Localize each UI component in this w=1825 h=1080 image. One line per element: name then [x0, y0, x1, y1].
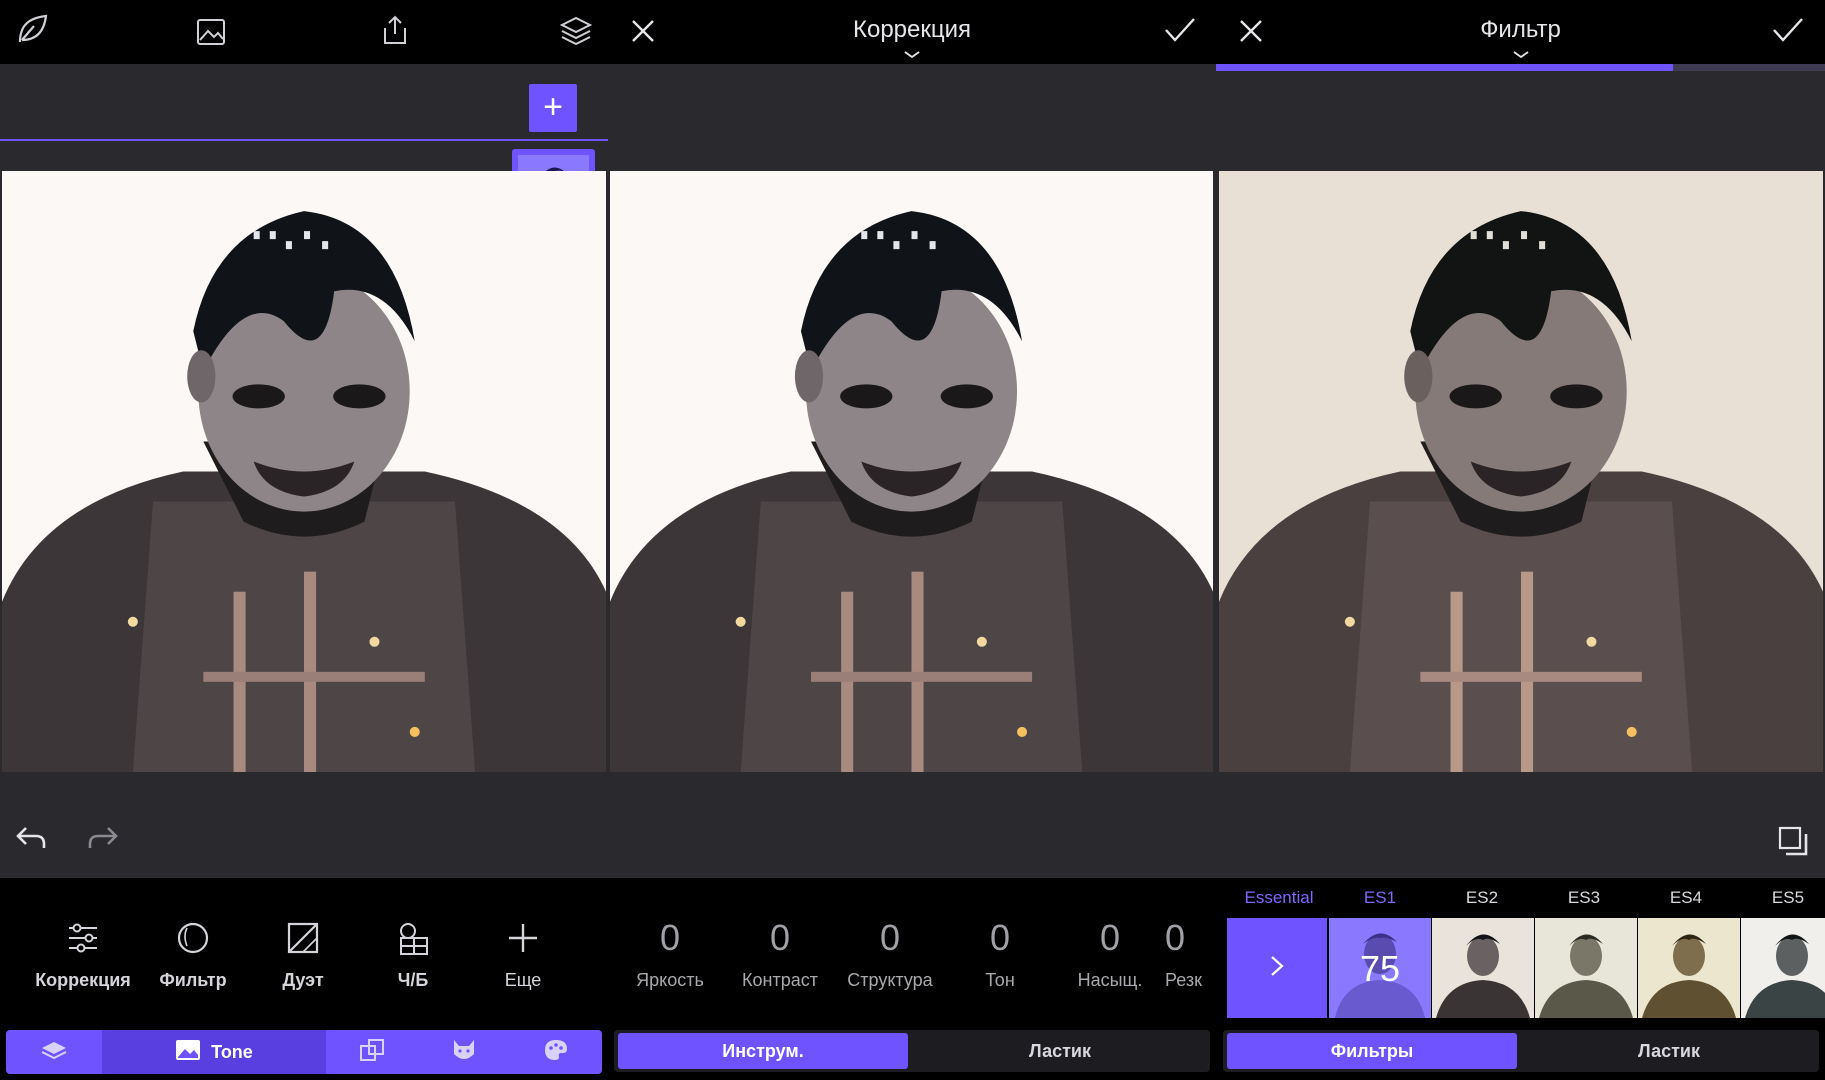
tool-label: Дуэт: [282, 970, 324, 990]
slider-label: Резк: [1165, 970, 1202, 990]
slider-contrast[interactable]: 0 Контраст: [725, 918, 835, 991]
slider-brightness[interactable]: 0 Яркость: [615, 918, 725, 991]
tab-colors[interactable]: [510, 1030, 602, 1074]
photo-canvas[interactable]: [2, 171, 606, 772]
undo-icon[interactable]: [14, 824, 48, 852]
slider-value: 0: [1099, 917, 1121, 958]
filter-intensity-track[interactable]: [1216, 64, 1825, 71]
slider-saturation[interactable]: 0 Насыщ.: [1055, 918, 1165, 991]
app-logo-icon[interactable]: [14, 12, 50, 48]
filter-thumb-es4[interactable]: [1638, 918, 1740, 1018]
layer-divider: [0, 139, 608, 141]
filter-name-es3: ES3: [1567, 888, 1601, 907]
slider-label: Яркость: [636, 970, 704, 990]
category-tabbar: Tone: [6, 1030, 602, 1074]
confirm-check-icon[interactable]: [1164, 16, 1196, 44]
slider-structure[interactable]: 0 Структура: [835, 918, 945, 991]
tool-label: Коррекция: [35, 970, 131, 990]
segment-filters[interactable]: Фильтры: [1227, 1033, 1517, 1069]
panel-title: Фильтр: [1480, 16, 1561, 43]
tool-label: Фильтр: [159, 970, 227, 990]
panel-title: Коррекция: [852, 16, 972, 43]
filter-group-expand-button[interactable]: [1227, 918, 1327, 1018]
tab-label: Tone: [211, 1041, 253, 1062]
chevron-down-icon[interactable]: [1512, 46, 1529, 64]
share-icon[interactable]: [380, 14, 410, 46]
tool-bw[interactable]: Ч/Б: [358, 918, 468, 991]
chevron-down-icon[interactable]: [904, 46, 920, 64]
sliders-icon: [63, 918, 103, 958]
filter-circle-icon: [173, 918, 213, 958]
filter-thumb-es3[interactable]: [1535, 918, 1637, 1018]
filter-thumb-es1[interactable]: 75: [1329, 918, 1431, 1018]
slider-sharpness[interactable]: 0 Резк: [1165, 918, 1216, 991]
filter-thumb-es2[interactable]: [1432, 918, 1534, 1018]
slider-label: Тон: [985, 970, 1015, 990]
slider-value: 0: [769, 917, 791, 958]
filter-mode-segmented-control: Фильтры Ластик: [1223, 1030, 1819, 1072]
compare-icon[interactable]: [1778, 826, 1808, 856]
tab-transform[interactable]: [326, 1030, 418, 1074]
filter-intensity-value: 75: [1359, 948, 1401, 989]
tool-label: Ч/Б: [397, 970, 429, 990]
tab-stickers[interactable]: [418, 1030, 510, 1074]
slider-value: 0: [1165, 918, 1186, 958]
photo-canvas[interactable]: [1219, 171, 1823, 772]
filter-panel: Фильтр Essential ES1 ES2 ES3 ES4 ES5 75 …: [1216, 0, 1825, 1080]
correction-header: Коррекция: [608, 0, 1216, 64]
slider-label: Контраст: [742, 970, 818, 990]
editor-panel-main: + Коррекция Фильтр Дуэт Ч/Б Еще Tone: [0, 0, 608, 1080]
filter-header: Фильтр: [1216, 0, 1825, 64]
stack-icon: [40, 1040, 68, 1065]
slider-label: Структура: [847, 970, 933, 990]
slider-tone[interactable]: 0 Тон: [945, 918, 1055, 991]
filter-names-row: Essential ES1 ES2 ES3 ES4 ES5: [1216, 888, 1825, 910]
transform-icon: [359, 1038, 385, 1067]
segment-eraser[interactable]: Ластик: [1523, 1033, 1815, 1069]
tool-more[interactable]: Еще: [468, 918, 578, 991]
cat-icon: [451, 1038, 477, 1067]
slider-value: 0: [989, 917, 1011, 958]
correction-panel: Коррекция 0 Яркость 0 Контраст 0 Структу…: [608, 0, 1216, 1080]
segment-eraser[interactable]: Ластик: [914, 1033, 1206, 1069]
slider-label: Насыщ.: [1077, 970, 1143, 990]
filter-name-es4: ES4: [1669, 888, 1703, 907]
palette-icon: [543, 1038, 569, 1067]
tool-filter[interactable]: Фильтр: [138, 918, 248, 991]
mode-segmented-control: Инструм. Ластик: [614, 1030, 1210, 1072]
tool-label: Еще: [504, 970, 542, 990]
main-toolbar: [0, 0, 608, 64]
bw-icon: [393, 918, 433, 958]
tab-tone[interactable]: Tone: [102, 1030, 326, 1074]
filter-category-label[interactable]: Essential: [1216, 888, 1342, 908]
filter-name-es5: ES5: [1771, 888, 1805, 907]
image-icon[interactable]: [196, 18, 226, 46]
tone-image-icon: [175, 1039, 201, 1066]
redo-icon[interactable]: [86, 824, 120, 852]
filter-name-es2: ES2: [1465, 888, 1499, 907]
plus-icon: [503, 918, 543, 958]
filter-name-es1: ES1: [1363, 888, 1397, 907]
filter-intensity-fill: [1216, 64, 1673, 71]
tool-duet[interactable]: Дуэт: [248, 918, 358, 991]
slider-value: 0: [879, 917, 901, 958]
chevron-right-icon: [1270, 955, 1284, 982]
photo-canvas[interactable]: [610, 171, 1213, 772]
tool-correction[interactable]: Коррекция: [28, 918, 138, 991]
filter-thumb-es5[interactable]: [1741, 918, 1825, 1018]
tab-layers[interactable]: [6, 1030, 102, 1074]
duet-icon: [283, 918, 323, 958]
segment-tools[interactable]: Инструм.: [618, 1033, 908, 1069]
layers-icon[interactable]: [560, 14, 592, 46]
slider-value: 0: [659, 917, 681, 958]
add-layer-button[interactable]: +: [529, 84, 577, 132]
confirm-check-icon[interactable]: [1772, 16, 1804, 44]
slider-sharpness-clip: 0 Резк: [1165, 918, 1216, 991]
